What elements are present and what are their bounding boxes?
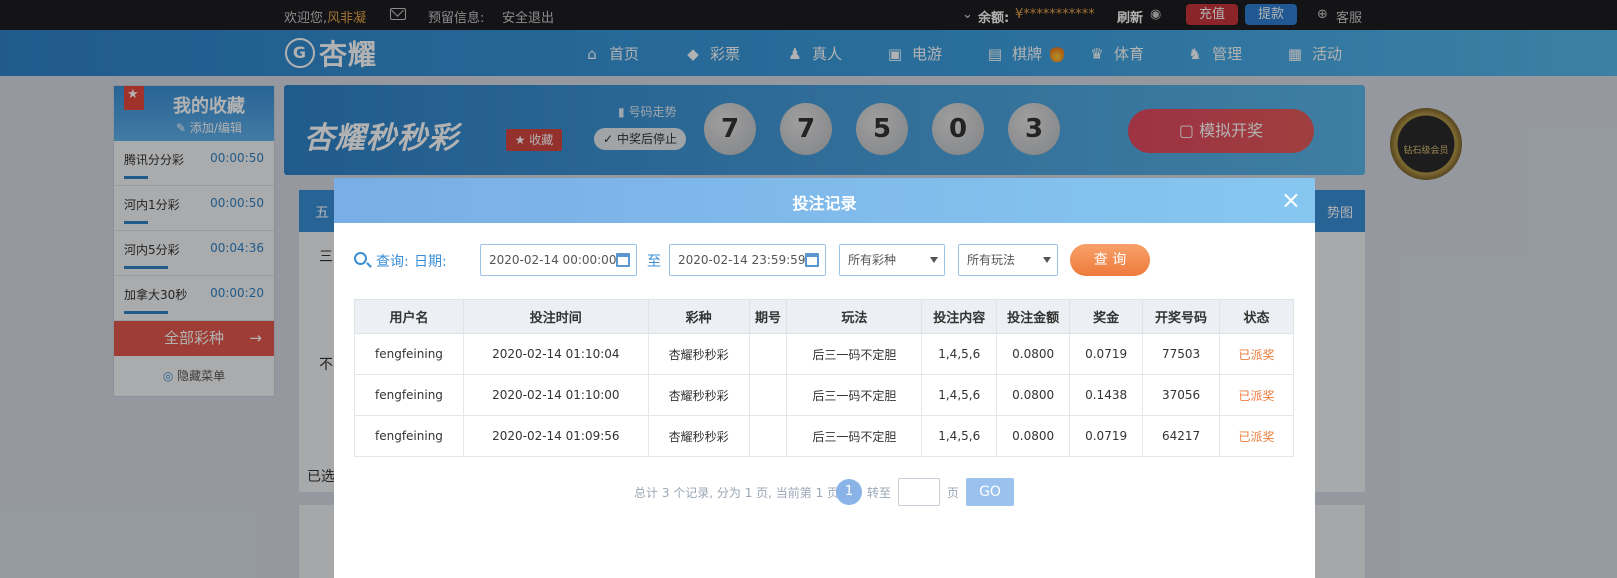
jump-label: 转至 — [867, 486, 892, 500]
column-header: 投注时间 — [462, 299, 649, 334]
filter-bar: 查询: 日期: 2020-02-14 00:00:00 至 2020-02-14… — [354, 244, 1294, 276]
page-unit-label: 页 — [947, 486, 960, 500]
close-icon[interactable]: × — [1281, 186, 1301, 214]
play-select[interactable]: 所有玩法 — [958, 244, 1058, 276]
to-label: 至 — [647, 254, 661, 270]
bet-record-table: 用户名 投注时间 彩种 期号 玩法 投注内容 投注金额 奖金 开奖号码 状态 f… — [354, 299, 1294, 457]
game-select[interactable]: 所有彩种 — [839, 244, 945, 276]
go-button[interactable]: GO — [966, 478, 1014, 506]
query-label: 查询: — [376, 254, 409, 270]
modal-header: 投注记录 × — [334, 178, 1315, 223]
column-header: 彩种 — [647, 299, 750, 334]
column-header: 开奖号码 — [1142, 299, 1220, 334]
page-number[interactable]: 1 — [836, 479, 862, 505]
table-header-row: 用户名 投注时间 彩种 期号 玩法 投注内容 投注金额 奖金 开奖号码 状态 — [354, 299, 1294, 334]
modal-title: 投注记录 — [792, 194, 857, 213]
bet-record-modal: 投注记录 × 查询: 日期: 2020-02-14 00:00:00 至 202… — [334, 178, 1315, 578]
table-row[interactable]: fengfeining 2020-02-14 01:09:56 杏耀秒秒彩 后三… — [354, 415, 1294, 457]
column-header: 奖金 — [1069, 299, 1144, 334]
page-input[interactable] — [898, 478, 940, 506]
calendar-icon[interactable] — [616, 253, 630, 267]
column-header: 投注金额 — [996, 299, 1071, 334]
status-badge: 已派奖 — [1219, 415, 1294, 457]
table-row[interactable]: fengfeining 2020-02-14 01:10:00 杏耀秒秒彩 后三… — [354, 374, 1294, 416]
column-header: 期号 — [748, 299, 788, 334]
column-header: 投注内容 — [921, 299, 998, 334]
pagination: 总计 3 个记录, 分为 1 页, 当前第 1 页 1 转至 页 GO — [334, 478, 1315, 506]
status-badge: 已派奖 — [1219, 333, 1294, 375]
pagination-summary: 总计 3 个记录, 分为 1 页, 当前第 1 页 — [634, 486, 840, 500]
date-label: 日期: — [414, 254, 447, 270]
end-date-input[interactable]: 2020-02-14 23:59:59 — [669, 244, 826, 276]
query-button[interactable]: 查 询 — [1070, 244, 1150, 276]
table-row[interactable]: fengfeining 2020-02-14 01:10:04 杏耀秒秒彩 后三… — [354, 333, 1294, 375]
start-date-input[interactable]: 2020-02-14 00:00:00 — [480, 244, 637, 276]
column-header: 状态 — [1219, 299, 1294, 334]
calendar-icon[interactable] — [805, 253, 819, 267]
search-icon — [354, 252, 367, 265]
column-header: 用户名 — [354, 299, 464, 334]
status-badge: 已派奖 — [1219, 374, 1294, 416]
column-header: 玩法 — [786, 299, 923, 334]
caret-down-icon — [1043, 257, 1051, 263]
caret-down-icon — [930, 257, 938, 263]
